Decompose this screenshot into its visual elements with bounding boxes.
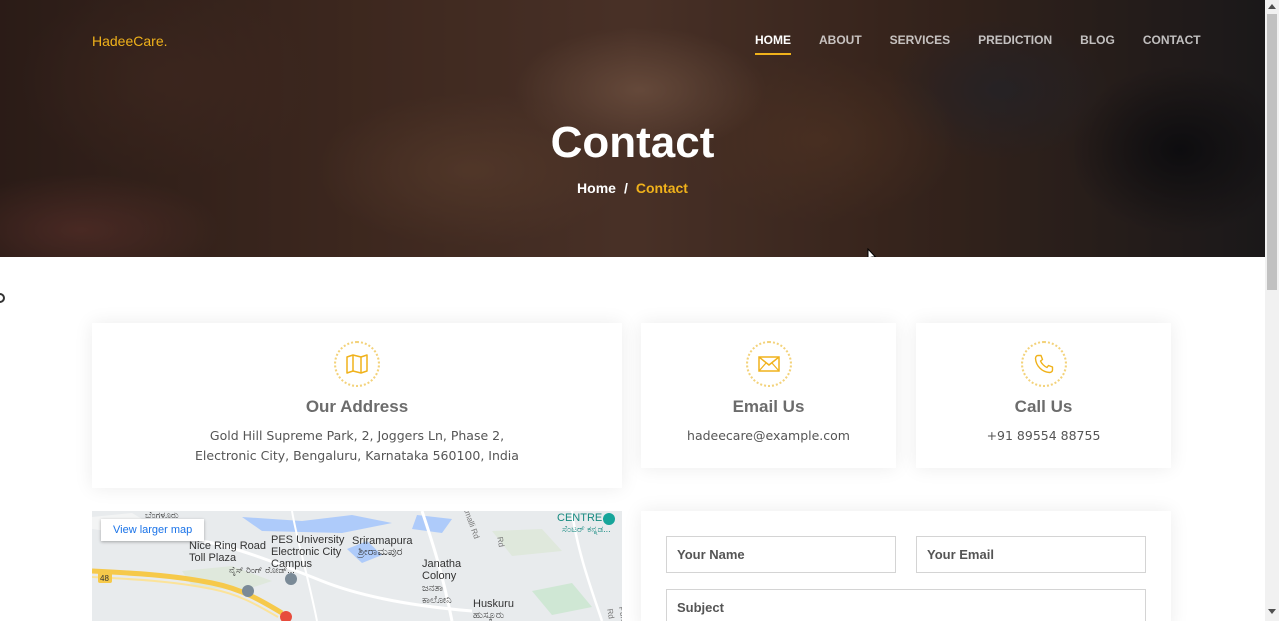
scroll-up-arrow-icon[interactable]	[1268, 4, 1276, 9]
left-edge-marker	[0, 293, 5, 303]
breadcrumb-separator: /	[623, 180, 628, 196]
address-line-1: Gold Hill Supreme Park, 2, Joggers Ln, P…	[209, 428, 505, 443]
address-text: Gold Hill Supreme Park, 2, Joggers Ln, P…	[92, 426, 622, 466]
map-label-centre-kn: ಸೆಂಟರ್ ಕನ್ನಡ...	[562, 524, 611, 534]
vertical-scrollbar[interactable]	[1265, 0, 1279, 621]
map-label-top: ಬೆಂಗಳೂರು	[145, 511, 179, 520]
map-label-huskuru: Huskuru	[473, 598, 514, 610]
scroll-down-arrow-icon[interactable]	[1268, 609, 1276, 614]
phone-icon	[1020, 341, 1067, 387]
map-label-road-48: 48	[100, 574, 109, 583]
address-title: Our Address	[305, 397, 409, 416]
phone-title: Call Us	[1014, 397, 1073, 416]
nav-prediction[interactable]: PREDICTION	[978, 33, 1052, 55]
map-icon	[334, 341, 380, 387]
breadcrumb-current: Contact	[635, 180, 688, 196]
breadcrumb: Home / Contact	[0, 180, 1265, 196]
map-label-ring-road: Nice Ring Road Toll Plaza	[189, 540, 267, 564]
page-title: Contact	[550, 118, 715, 167]
address-line-2: Electronic City, Bengaluru, Karnataka 56…	[195, 448, 519, 463]
email-title: Email Us	[732, 397, 805, 416]
view-larger-map-button[interactable]: View larger map	[101, 519, 205, 541]
site-logo[interactable]: HadeeCare.	[92, 33, 168, 49]
email-input[interactable]: Your Email	[916, 536, 1146, 573]
envelope-icon	[745, 341, 792, 387]
address-card: Our Address Gold Hill Supreme Park, 2, J…	[92, 323, 622, 488]
map-label-janatha-kn: ಜನತಾ ಕಾಲೋನಿ	[422, 583, 452, 606]
nav-contact[interactable]: CONTACT	[1143, 33, 1201, 55]
nav-services[interactable]: SERVICES	[890, 33, 950, 55]
phone-card: Call Us +91 89554 88755	[916, 323, 1171, 468]
nav-blog[interactable]: BLOG	[1080, 33, 1115, 55]
main-nav: HOME ABOUT SERVICES PREDICTION BLOG CONT…	[755, 33, 1229, 55]
nav-about[interactable]: ABOUT	[819, 33, 862, 55]
subject-input[interactable]: Subject	[666, 589, 1146, 621]
phone-value[interactable]: +91 89554 88755	[916, 426, 1171, 446]
map-label-pes: PES University Electronic City Campus	[271, 534, 345, 570]
nav-home[interactable]: HOME	[755, 33, 791, 55]
scroll-thumb[interactable]	[1267, 14, 1277, 290]
email-card: Email Us hadeecare@example.com	[641, 323, 896, 468]
contact-form: Your Name Your Email Subject	[641, 511, 1171, 621]
map-embed[interactable]: View larger map ಬೆಂಗಳೂರು Nice Ring Road …	[92, 511, 622, 621]
map-label-road-2: Rd	[495, 536, 506, 548]
mouse-cursor-icon	[867, 248, 877, 257]
breadcrumb-home[interactable]: Home	[577, 180, 616, 196]
email-value[interactable]: hadeecare@example.com	[641, 426, 896, 446]
map-label-huskuru-kn: ಹುಸ್ಕೂರು	[473, 610, 505, 621]
map-label-sriramapura-kn: ಶ್ರೀರಾಮಪುರ	[358, 546, 403, 558]
hero-banner: HadeeCare. HOME ABOUT SERVICES PREDICTIO…	[0, 0, 1265, 257]
name-input[interactable]: Your Name	[666, 536, 896, 573]
map-label-janatha: Janatha Colony	[422, 558, 462, 582]
